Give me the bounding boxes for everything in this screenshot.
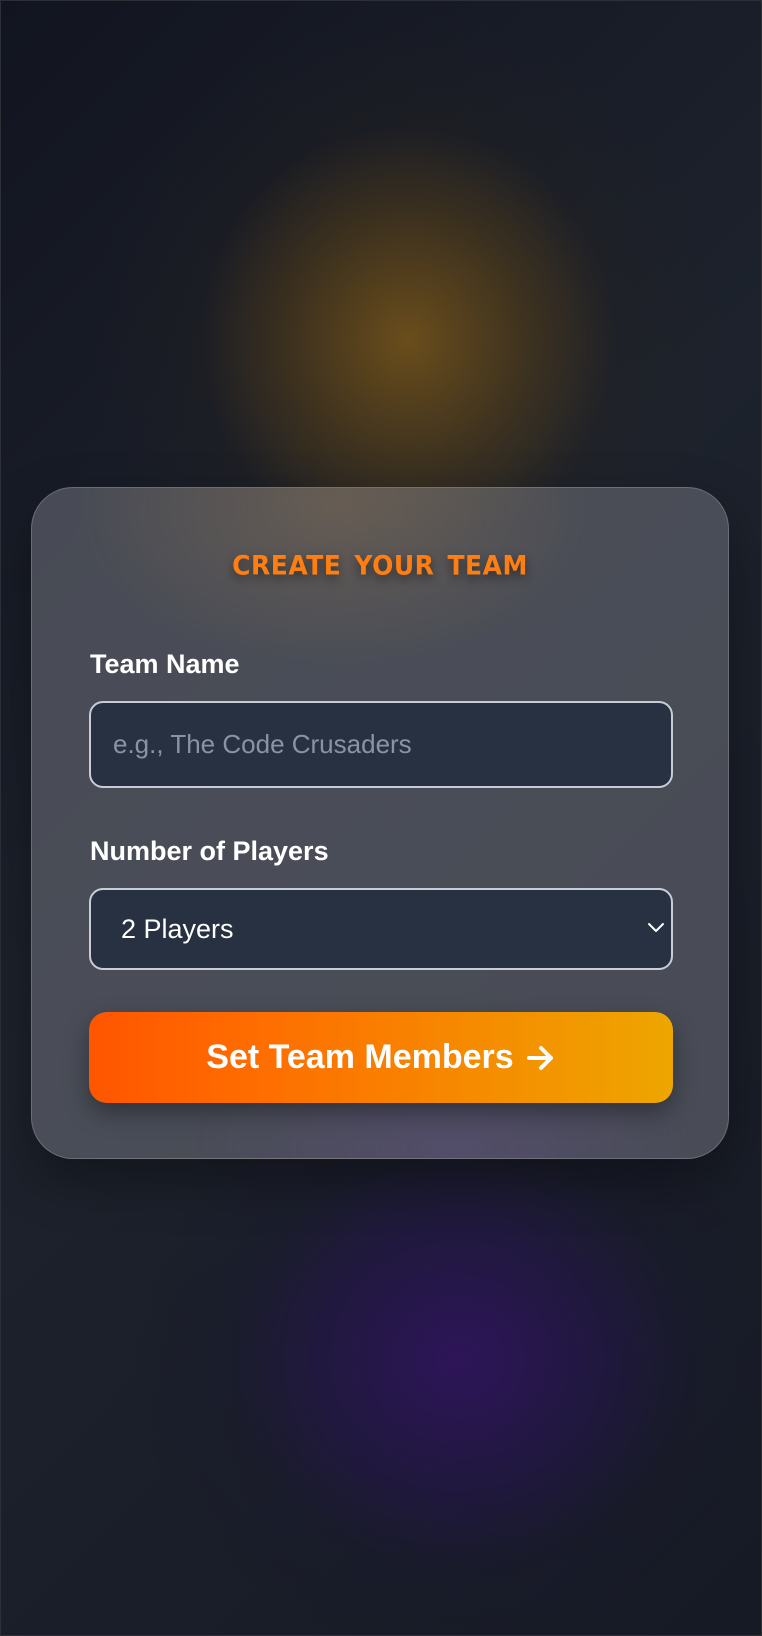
team-name-label: Team Name bbox=[90, 649, 240, 679]
set-team-members-label: Set Team Members bbox=[206, 1038, 514, 1076]
team-name-input[interactable] bbox=[89, 701, 673, 788]
arrow-right-icon bbox=[526, 1045, 553, 1070]
set-team-members-button[interactable]: Set Team Members bbox=[89, 1012, 673, 1103]
players-label: Number of Players bbox=[90, 836, 329, 866]
create-team-card: Create Your Team Team Name Number of Pla… bbox=[31, 487, 729, 1159]
chevron-down-icon bbox=[648, 923, 664, 932]
players-select[interactable]: 2 Players bbox=[89, 888, 673, 970]
page-title: Create Your Team bbox=[232, 540, 528, 585]
players-select-value: 2 Players bbox=[121, 913, 234, 944]
